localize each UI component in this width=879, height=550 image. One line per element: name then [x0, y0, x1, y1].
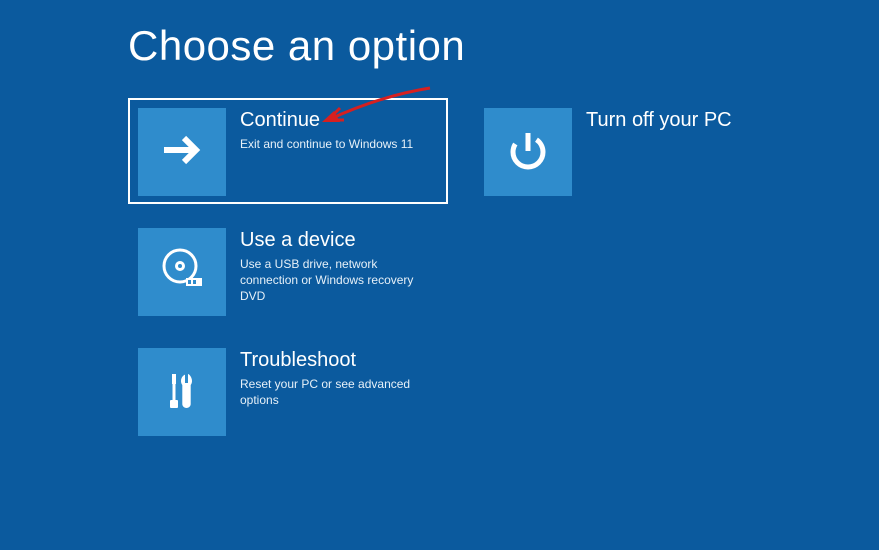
use-device-desc: Use a USB drive, network connection or W…	[240, 256, 438, 305]
continue-desc: Exit and continue to Windows 11	[240, 136, 413, 152]
option-use-device[interactable]: Use a device Use a USB drive, network co…	[128, 218, 448, 324]
power-icon	[504, 126, 552, 179]
options-grid: Continue Exit and continue to Windows 11…	[128, 98, 828, 444]
troubleshoot-title: Troubleshoot	[240, 348, 438, 372]
option-continue[interactable]: Continue Exit and continue to Windows 11	[128, 98, 448, 204]
continue-text: Continue Exit and continue to Windows 11	[226, 108, 413, 152]
troubleshoot-icon-box	[138, 348, 226, 436]
option-turnoff[interactable]: Turn off your PC	[474, 98, 794, 204]
disc-usb-icon	[156, 244, 208, 301]
continue-icon-box	[138, 108, 226, 196]
use-device-text: Use a device Use a USB drive, network co…	[226, 228, 438, 305]
turnoff-icon-box	[484, 108, 572, 196]
page-title: Choose an option	[128, 22, 879, 70]
troubleshoot-text: Troubleshoot Reset your PC or see advanc…	[226, 348, 438, 408]
recovery-screen: Choose an option Continue Exit and conti…	[0, 0, 879, 444]
use-device-title: Use a device	[240, 228, 438, 252]
continue-title: Continue	[240, 108, 413, 132]
tools-icon	[158, 366, 206, 419]
turnoff-title: Turn off your PC	[586, 108, 732, 132]
troubleshoot-desc: Reset your PC or see advanced options	[240, 376, 438, 408]
turnoff-text: Turn off your PC	[572, 108, 732, 136]
option-troubleshoot[interactable]: Troubleshoot Reset your PC or see advanc…	[128, 338, 448, 444]
use-device-icon-box	[138, 228, 226, 316]
arrow-right-icon	[158, 126, 206, 179]
